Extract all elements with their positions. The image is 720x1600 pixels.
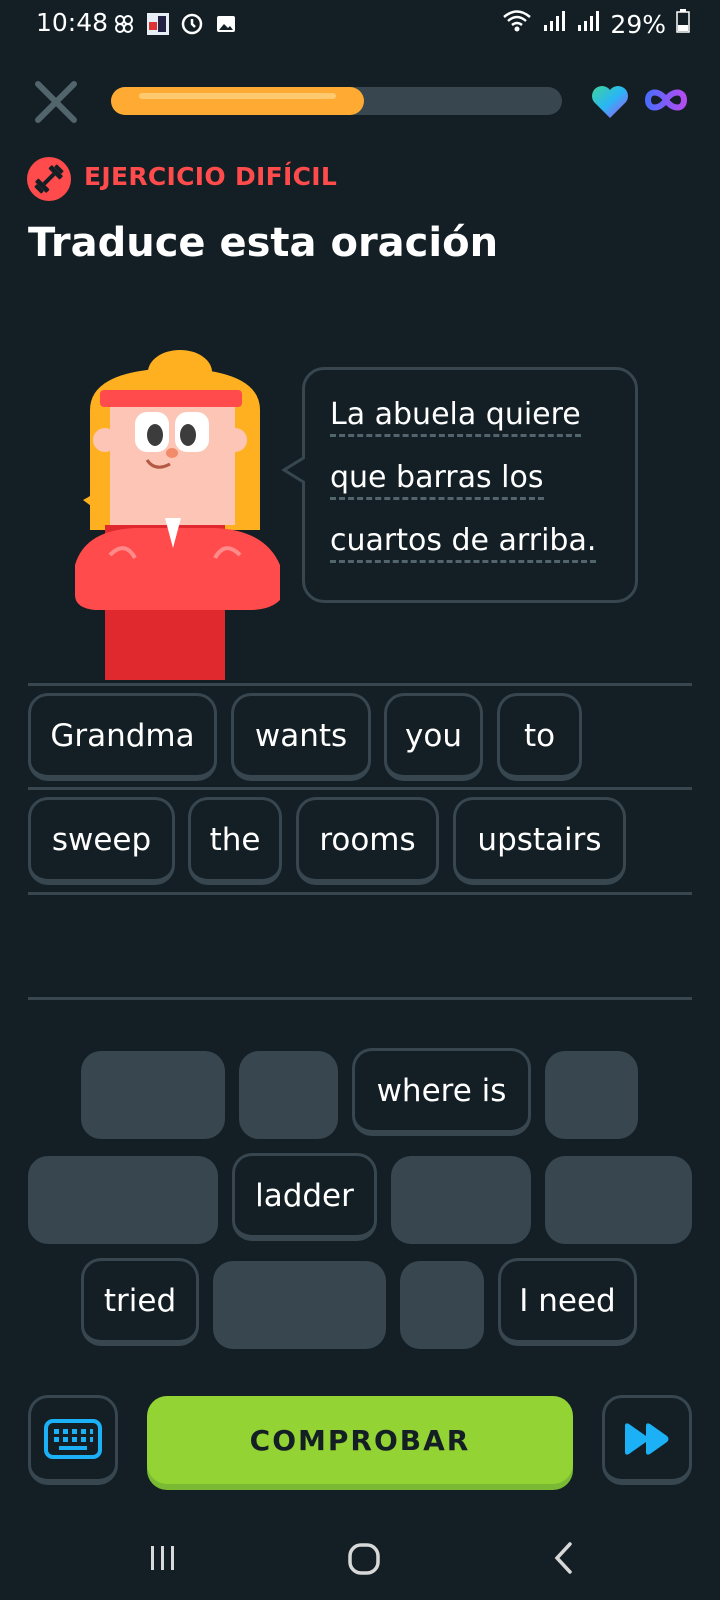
word-bank-slot-empty	[545, 1156, 692, 1244]
wifi-icon	[502, 8, 532, 40]
battery-percent: 29%	[610, 9, 666, 39]
answer-word-wants[interactable]: wants	[231, 693, 371, 781]
close-button[interactable]	[30, 76, 82, 128]
pinwheel-icon	[112, 12, 136, 36]
word-bank-slot-empty	[239, 1051, 338, 1139]
character-illustration	[55, 350, 295, 680]
dumbbell-icon	[34, 164, 64, 194]
answer-word-rooms[interactable]: rooms	[296, 797, 439, 885]
status-notification-icons	[112, 12, 238, 36]
answer-line	[28, 997, 692, 1000]
prompt-line-1[interactable]: La abuela quiere	[330, 400, 581, 437]
clock-alarm-icon	[180, 12, 204, 36]
answer-word-grandma[interactable]: Grandma	[28, 693, 217, 781]
progress-fill	[111, 87, 364, 115]
close-icon	[35, 81, 77, 123]
signal-icon-2	[576, 9, 600, 39]
word-bank-slot-empty	[400, 1261, 484, 1349]
hard-exercise-badge	[27, 157, 71, 201]
prompt-line-3[interactable]: cuartos de arriba.	[330, 526, 597, 563]
answer-line	[28, 787, 692, 790]
progress-bar	[111, 87, 562, 115]
word-bank-slot-empty	[81, 1051, 225, 1139]
status-time: 10:48	[36, 8, 109, 37]
word-bank-slot-empty	[28, 1156, 218, 1244]
word-bank-slot-empty	[545, 1051, 638, 1139]
progress-shine	[139, 93, 336, 99]
nav-recents-button[interactable]	[148, 1543, 178, 1573]
image-icon	[214, 12, 238, 36]
word-bank-slot-empty	[213, 1261, 386, 1349]
back-icon	[554, 1542, 572, 1574]
word-bank-chip-tried[interactable]: tried	[81, 1258, 199, 1346]
answer-word-you[interactable]: you	[384, 693, 483, 781]
keyboard-toggle-button[interactable]	[28, 1395, 118, 1485]
battery-icon	[676, 9, 690, 39]
check-button[interactable]: COMPROBAR	[147, 1396, 573, 1484]
answer-line	[28, 683, 692, 686]
skip-button[interactable]	[602, 1395, 692, 1485]
answer-word-sweep[interactable]: sweep	[28, 797, 175, 885]
prompt-line-2[interactable]: que barras los	[330, 463, 544, 500]
infinity-icon	[644, 88, 688, 112]
answer-word-the[interactable]: the	[188, 797, 282, 885]
word-bank-chip-ladder[interactable]: ladder	[232, 1153, 377, 1241]
recents-icon	[151, 1546, 174, 1570]
heart-icon[interactable]	[590, 84, 630, 120]
app-notification-icon	[146, 12, 170, 36]
fast-forward-icon	[625, 1422, 669, 1455]
word-bank-chip-where-is[interactable]: where is	[352, 1048, 531, 1136]
signal-icon	[542, 9, 566, 39]
answer-word-upstairs[interactable]: upstairs	[453, 797, 626, 885]
answer-word-to[interactable]: to	[497, 693, 582, 781]
speech-bubble-tail	[281, 455, 306, 485]
word-bank-chip-i-need[interactable]: I need	[498, 1258, 637, 1346]
nav-home-button[interactable]	[346, 1541, 382, 1577]
word-bank-slot-empty	[391, 1156, 531, 1244]
keyboard-icon	[44, 1418, 102, 1459]
page-title: Traduce esta oración	[28, 220, 499, 266]
answer-line	[28, 892, 692, 895]
hard-exercise-label: EJERCICIO DIFÍCIL	[84, 162, 338, 191]
home-icon	[348, 1543, 380, 1575]
status-right: 29%	[502, 8, 690, 40]
nav-back-button[interactable]	[552, 1540, 574, 1576]
